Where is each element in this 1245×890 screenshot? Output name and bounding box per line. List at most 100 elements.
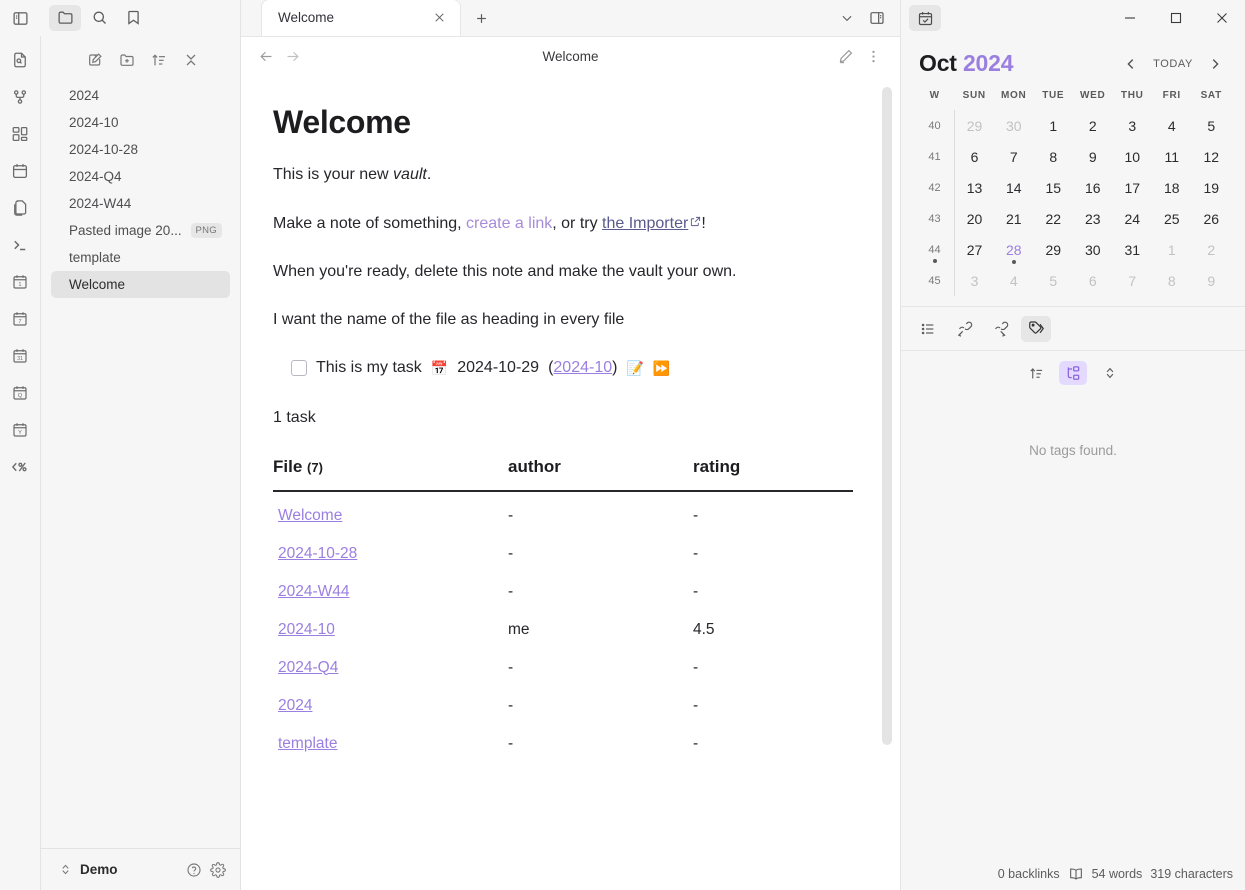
- week-number[interactable]: 45: [915, 265, 955, 296]
- chevron-down-icon[interactable]: [834, 5, 860, 31]
- calendar-day[interactable]: 19: [1192, 172, 1232, 203]
- character-count[interactable]: 319 characters: [1150, 867, 1233, 881]
- vault-name[interactable]: Demo: [80, 862, 178, 877]
- backlinks-tab[interactable]: [949, 316, 979, 342]
- calendar-day[interactable]: 31: [1113, 234, 1153, 265]
- calendar-day[interactable]: 21: [994, 203, 1034, 234]
- list-item[interactable]: 2024-Q4: [51, 163, 230, 190]
- calendar-day[interactable]: 20: [955, 203, 995, 234]
- create-a-link-link[interactable]: create a link: [466, 215, 552, 232]
- new-tab-button[interactable]: [467, 4, 495, 32]
- new-note-button[interactable]: [83, 49, 107, 71]
- back-button[interactable]: [253, 43, 279, 69]
- calendar-day[interactable]: 5: [1034, 265, 1074, 296]
- calendar-day[interactable]: 3: [955, 265, 995, 296]
- daily-note-icon[interactable]: 1: [6, 268, 34, 296]
- week-number[interactable]: 41: [915, 141, 955, 172]
- week-number[interactable]: 44: [915, 234, 955, 265]
- calendar-day[interactable]: 29: [1034, 234, 1074, 265]
- calendar-day[interactable]: 13: [955, 172, 995, 203]
- terminal-icon[interactable]: [6, 231, 34, 259]
- outgoing-links-tab[interactable]: [985, 316, 1015, 342]
- yearly-note-icon[interactable]: Y: [6, 416, 34, 444]
- file-search-icon[interactable]: [6, 46, 34, 74]
- canvas-icon[interactable]: [6, 120, 34, 148]
- copy-files-icon[interactable]: [6, 194, 34, 222]
- nested-tags-button[interactable]: [1059, 361, 1087, 385]
- collapse-all-button[interactable]: [179, 49, 203, 71]
- edit-pencil-icon[interactable]: [832, 43, 858, 69]
- sidebar-toggle-icon[interactable]: [6, 4, 34, 32]
- editor-scrollbar[interactable]: [882, 87, 892, 745]
- memo-emoji-icon[interactable]: 📝: [626, 361, 643, 375]
- list-item[interactable]: Pasted image 20... PNG: [51, 217, 230, 244]
- calendar-day[interactable]: 8: [1034, 141, 1074, 172]
- help-icon[interactable]: [186, 862, 202, 878]
- file-link[interactable]: 2024-Q4: [278, 659, 338, 676]
- calendar-day[interactable]: 11: [1152, 141, 1192, 172]
- templater-icon[interactable]: [6, 453, 34, 481]
- right-sidebar-toggle-icon[interactable]: [864, 5, 890, 31]
- chevron-left-icon[interactable]: [1119, 52, 1143, 76]
- week-number[interactable]: 42: [915, 172, 955, 203]
- close-icon[interactable]: [431, 9, 448, 26]
- monthly-note-icon[interactable]: 31: [6, 342, 34, 370]
- list-item[interactable]: 2024: [51, 82, 230, 109]
- calendar-day[interactable]: 2: [1192, 234, 1232, 265]
- file-link[interactable]: 2024-10: [278, 621, 335, 638]
- calendar-day[interactable]: 22: [1034, 203, 1074, 234]
- calendar-day[interactable]: 28: [994, 234, 1034, 265]
- sidebar-item-bookmarks[interactable]: [117, 5, 149, 31]
- calendar-day[interactable]: 10: [1113, 141, 1153, 172]
- close-button[interactable]: [1199, 0, 1245, 36]
- calendar-day[interactable]: 26: [1192, 203, 1232, 234]
- calendar-day[interactable]: 7: [1113, 265, 1153, 296]
- calendar-day[interactable]: 25: [1152, 203, 1192, 234]
- calendar-day[interactable]: 2: [1073, 110, 1113, 141]
- calendar-day[interactable]: 30: [994, 110, 1034, 141]
- calendar-day[interactable]: 14: [994, 172, 1034, 203]
- word-count[interactable]: 54 words: [1092, 867, 1143, 881]
- calendar-day[interactable]: 7: [994, 141, 1034, 172]
- task-month-link[interactable]: 2024-10: [553, 359, 612, 376]
- column-header-rating[interactable]: rating: [693, 454, 853, 492]
- new-folder-button[interactable]: [115, 49, 139, 71]
- maximize-button[interactable]: [1153, 0, 1199, 36]
- calendar-day[interactable]: 3: [1113, 110, 1153, 141]
- minimize-button[interactable]: [1107, 0, 1153, 36]
- graph-view-icon[interactable]: [6, 83, 34, 111]
- column-header-file[interactable]: File (7): [273, 454, 508, 492]
- calendar-day[interactable]: 23: [1073, 203, 1113, 234]
- calendar-day[interactable]: 9: [1073, 141, 1113, 172]
- calendar-day[interactable]: 1: [1034, 110, 1074, 141]
- collapse-tags-button[interactable]: [1096, 361, 1124, 385]
- calendar-day[interactable]: 6: [955, 141, 995, 172]
- calendar-day[interactable]: 6: [1073, 265, 1113, 296]
- calendar-day[interactable]: 18: [1152, 172, 1192, 203]
- chevron-right-icon[interactable]: [1203, 52, 1227, 76]
- week-number[interactable]: 40: [915, 110, 955, 141]
- sidebar-item-files[interactable]: [49, 4, 81, 31]
- quarterly-note-icon[interactable]: Q: [6, 379, 34, 407]
- book-icon[interactable]: [1068, 866, 1084, 882]
- list-item[interactable]: Welcome: [51, 271, 230, 298]
- week-number[interactable]: 43: [915, 203, 955, 234]
- task-checkbox[interactable]: [291, 359, 307, 376]
- file-link[interactable]: 2024: [278, 697, 312, 714]
- forward-button[interactable]: [279, 43, 305, 69]
- calendar-day[interactable]: 16: [1073, 172, 1113, 203]
- column-header-author[interactable]: author: [508, 454, 693, 492]
- tags-tab[interactable]: [1021, 315, 1051, 342]
- calendar-day[interactable]: 8: [1152, 265, 1192, 296]
- calendar-title[interactable]: Oct 2024: [919, 50, 1014, 77]
- the-importer-link[interactable]: the Importer: [602, 215, 688, 232]
- list-item[interactable]: 2024-W44: [51, 190, 230, 217]
- outline-tab[interactable]: [913, 316, 943, 342]
- calendar-icon[interactable]: [6, 157, 34, 185]
- vault-switcher-icon[interactable]: [59, 863, 72, 876]
- gear-icon[interactable]: [210, 861, 226, 878]
- file-link[interactable]: 2024-W44: [278, 583, 350, 600]
- tab-welcome[interactable]: Welcome: [261, 0, 461, 36]
- calendar-day[interactable]: 4: [994, 265, 1034, 296]
- calendar-day[interactable]: 27: [955, 234, 995, 265]
